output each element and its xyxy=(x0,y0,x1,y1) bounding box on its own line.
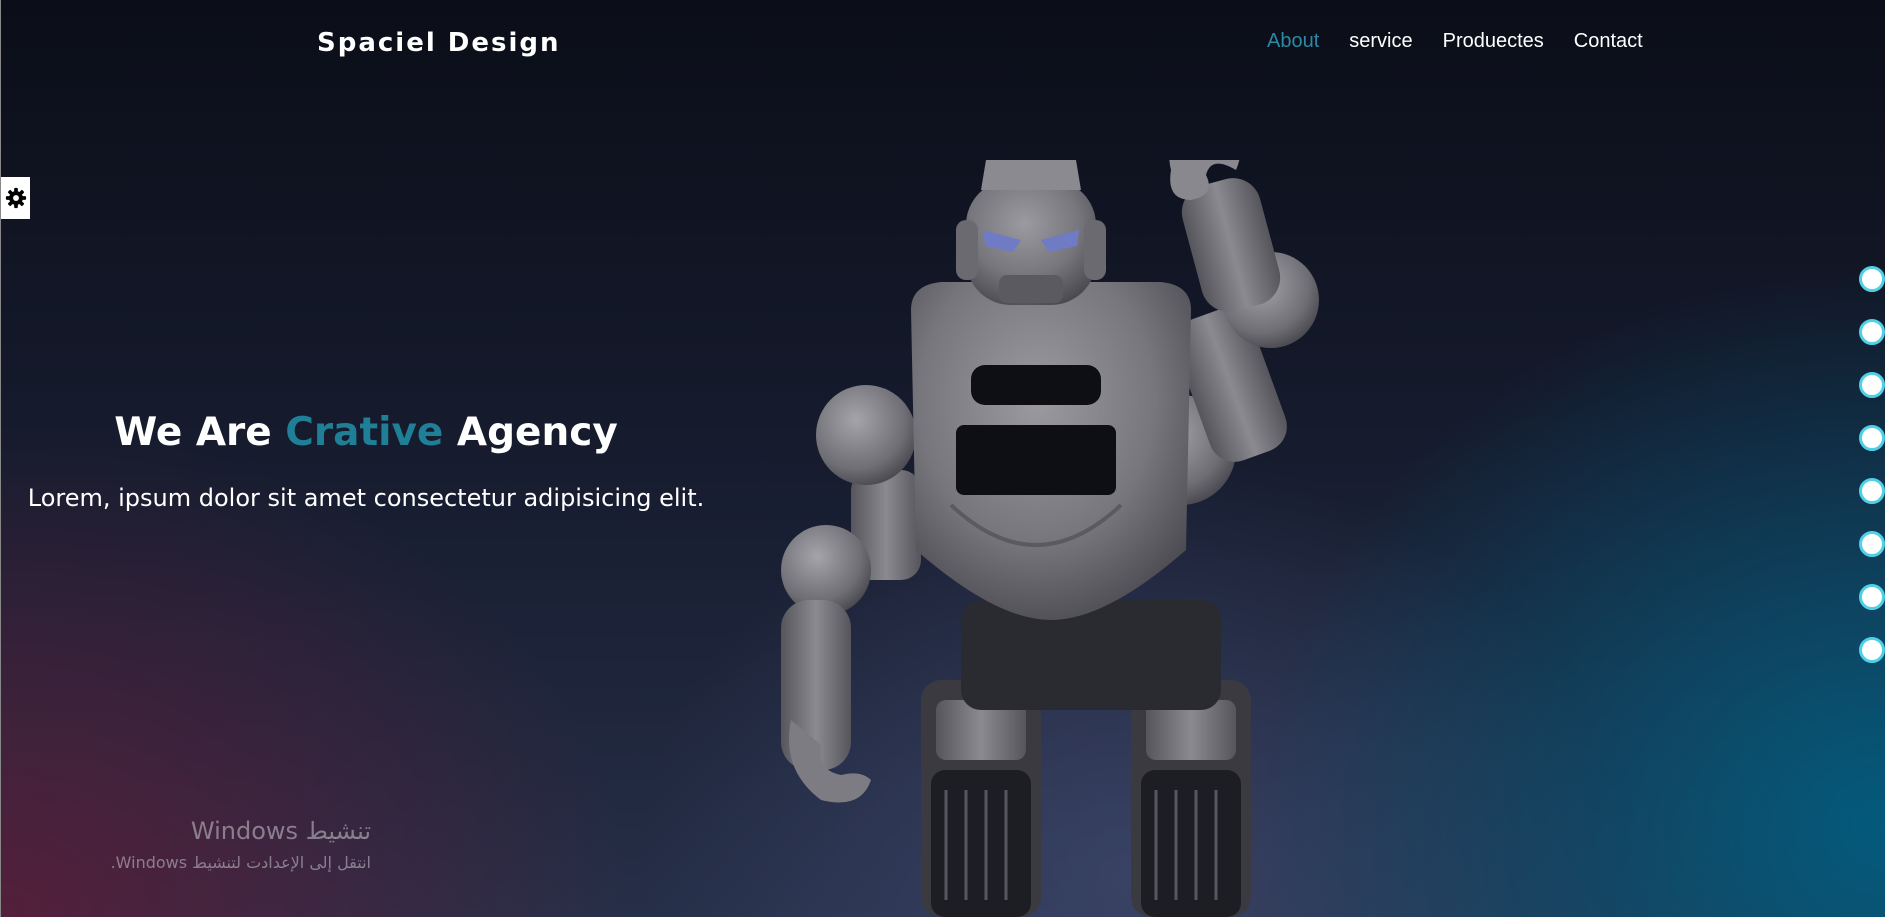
robot-figure xyxy=(781,160,1319,917)
gear-icon xyxy=(5,187,26,209)
pagination-bullet-2[interactable] xyxy=(1859,319,1885,345)
hero-subtitle: Lorem, ipsum dolor sit amet consectetur … xyxy=(27,484,705,512)
pagination-bullet-5[interactable] xyxy=(1859,478,1885,504)
brand-logo[interactable]: Spaciel Design xyxy=(317,28,561,58)
nav-item-about[interactable]: About xyxy=(1267,30,1319,53)
pagination-bullet-6[interactable] xyxy=(1859,531,1885,557)
nav-item-service[interactable]: service xyxy=(1349,30,1412,53)
robot-torso xyxy=(911,282,1191,620)
settings-toggle[interactable] xyxy=(1,177,30,219)
windows-activation-title: تنشيط Windows xyxy=(190,817,371,845)
pagination-bullet-8[interactable] xyxy=(1859,637,1885,663)
landing-page: Spaciel Design About service Produectes … xyxy=(0,0,1885,917)
pagination-bullet-4[interactable] xyxy=(1859,425,1885,451)
pagination-bullet-3[interactable] xyxy=(1859,372,1885,398)
nav-item-produectes[interactable]: Produectes xyxy=(1443,30,1544,53)
hero-title-accent: Crative xyxy=(285,410,444,455)
robot-left-arm xyxy=(781,385,921,803)
robot-head xyxy=(956,160,1106,305)
nav-item-contact[interactable]: Contact xyxy=(1574,30,1643,53)
hero-title: We Are Crative Agency xyxy=(1,410,731,455)
section-pagination xyxy=(1857,266,1885,690)
pagination-bullet-7[interactable] xyxy=(1859,584,1885,610)
hero-title-prefix: We Are xyxy=(114,410,286,455)
main-nav: About service Produectes Contact xyxy=(1267,30,1643,53)
robot-legs xyxy=(921,600,1251,917)
pagination-bullet-1[interactable] xyxy=(1859,266,1885,292)
windows-activation-subtitle: انتقل إلى الإعدادت لتنشيط Windows. xyxy=(110,853,371,872)
hero-title-suffix: Agency xyxy=(443,410,618,455)
